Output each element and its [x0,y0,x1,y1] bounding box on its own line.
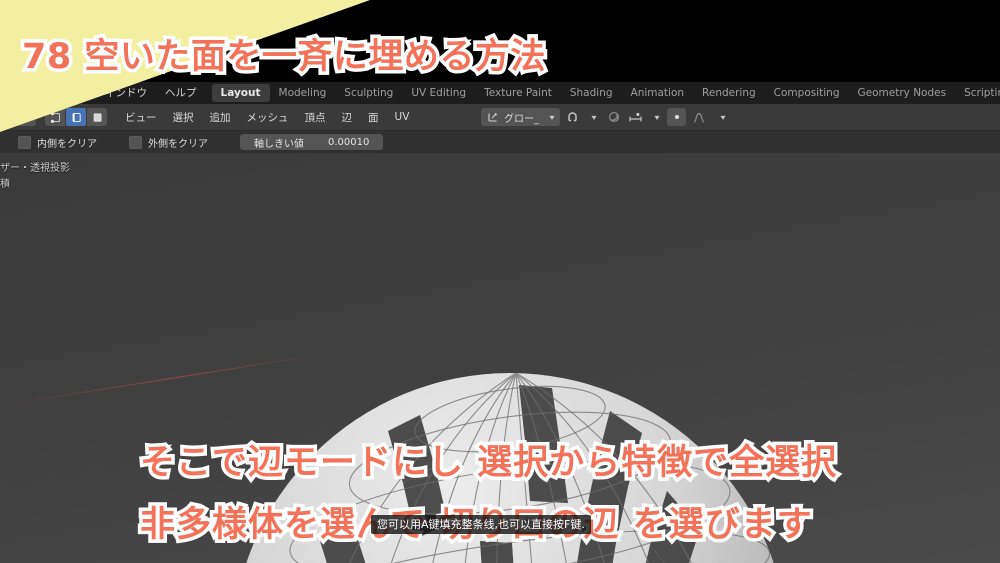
menu-face[interactable]: 面 [360,110,387,125]
viewport-header: ド ▾ [0,104,1000,131]
tab-uv-editing[interactable]: UV Editing [402,84,475,102]
tab-geometry-nodes[interactable]: Geometry Nodes [849,84,956,102]
menu-add[interactable]: 追加 [202,110,239,125]
viewport-header-left: ド ▾ [0,108,417,126]
proportional-falloff-group: ▾ [626,108,664,126]
workspace-tabs: Layout Modeling Sculpting UV Editing Tex… [211,82,1000,104]
clear-inner-label: 内側をクリア [37,138,97,150]
checkbox-box [129,135,142,149]
menu-view[interactable]: ビュー [117,110,165,125]
chevron-down-icon: ▾ [654,112,661,122]
edge-select-mode-button[interactable] [66,108,87,126]
viewport-info-line-1: ザー・透視投影 [0,163,70,174]
tab-animation[interactable]: Animation [622,84,694,102]
falloff-curve-button[interactable] [689,108,708,126]
tab-sculpting[interactable]: Sculpting [335,84,402,102]
orientation-axis-icon [488,113,497,122]
tab-modeling[interactable]: Modeling [270,84,336,102]
axis-threshold-value: 0.00010 [328,136,370,148]
menu-select[interactable]: 選択 [165,110,202,125]
chevron-down-icon: ▾ [549,112,555,122]
screenshot-root: ンダー ウィンドウ ヘルプ Layout Modeling Sculpting … [0,0,1000,563]
caption-chinese: 您可以用A键填充整条线,也可以直接按F键. [371,515,591,534]
axis-threshold-field[interactable]: 軸しきい値 0.00010 [240,134,384,150]
tab-rendering[interactable]: Rendering [693,84,765,102]
falloff-preview-button[interactable] [667,108,686,126]
clear-outer-checkbox[interactable]: 外側をクリア [129,135,208,150]
video-title-text: 空いた面を一斉に埋める方法 [81,34,549,81]
magnet-icon [568,111,577,121]
viewport-info-line-2: 積 [0,179,10,190]
operator-redo-panel: 内側をクリア 外側をクリア 軸しきい値 0.00010 [0,131,1000,153]
top-bar: ンダー ウィンドウ ヘルプ Layout Modeling Sculpting … [0,82,1000,104]
face-select-mode-button[interactable] [87,108,108,126]
tab-compositing[interactable]: Compositing [765,84,849,102]
edge-icon [72,112,81,122]
checkbox-box [18,135,31,149]
viewport-menu-bar: ビュー 選択 追加 メッシュ 頂点 辺 面 UV [117,110,417,125]
smooth-falloff-icon [693,112,704,123]
tab-texture-paint[interactable]: Texture Paint [475,84,561,102]
dot-icon [674,115,679,119]
chevron-down-icon: ▾ [720,112,727,122]
proportional-circle-icon [608,111,619,123]
video-title-number: 78 [19,34,75,81]
blender-window: ンダー ウィンドウ ヘルプ Layout Modeling Sculpting … [0,82,1000,563]
menu-edge[interactable]: 辺 [334,110,361,125]
menu-vertex[interactable]: 頂点 [297,110,334,125]
snap-options-dropdown[interactable]: ▾ [582,108,601,126]
clear-inner-checkbox[interactable]: 内側をクリア [18,135,97,150]
viewport-header-right: グロー_ ▾ ▾ ▾ ▾ [480,104,730,130]
clear-outer-label: 外側をクリア [148,138,208,150]
tab-scripting[interactable]: Scripting [955,84,1000,102]
face-icon [93,112,102,122]
transform-orientation-label: グロー_ [503,113,539,125]
menu-uv[interactable]: UV [387,111,418,123]
chevron-down-icon: ▾ [591,112,598,122]
subtitle-line-1: そこで辺モードにし 選択から特徴で全選択 [136,440,839,487]
measure-icon [629,112,642,121]
proportional-size-button[interactable] [626,108,645,126]
menu-mesh[interactable]: メッシュ [239,110,297,125]
transform-orientation-dropdown[interactable]: グロー_ ▾ [480,108,560,126]
snap-group: ▾ [563,108,601,126]
video-title: 78 空いた面を一斉に埋める方法 [19,28,549,81]
tab-shading[interactable]: Shading [561,84,622,102]
proportional-editing-button[interactable] [604,108,623,126]
snap-magnet-button[interactable] [563,108,582,126]
tab-layout[interactable]: Layout [211,84,270,102]
proportional-falloff-dropdown[interactable]: ▾ [645,108,664,126]
falloff-curve-dropdown[interactable]: ▾ [711,108,730,126]
axis-threshold-label: 軸しきい値 [254,138,304,150]
app-menu-help[interactable]: ヘルプ [156,82,206,104]
